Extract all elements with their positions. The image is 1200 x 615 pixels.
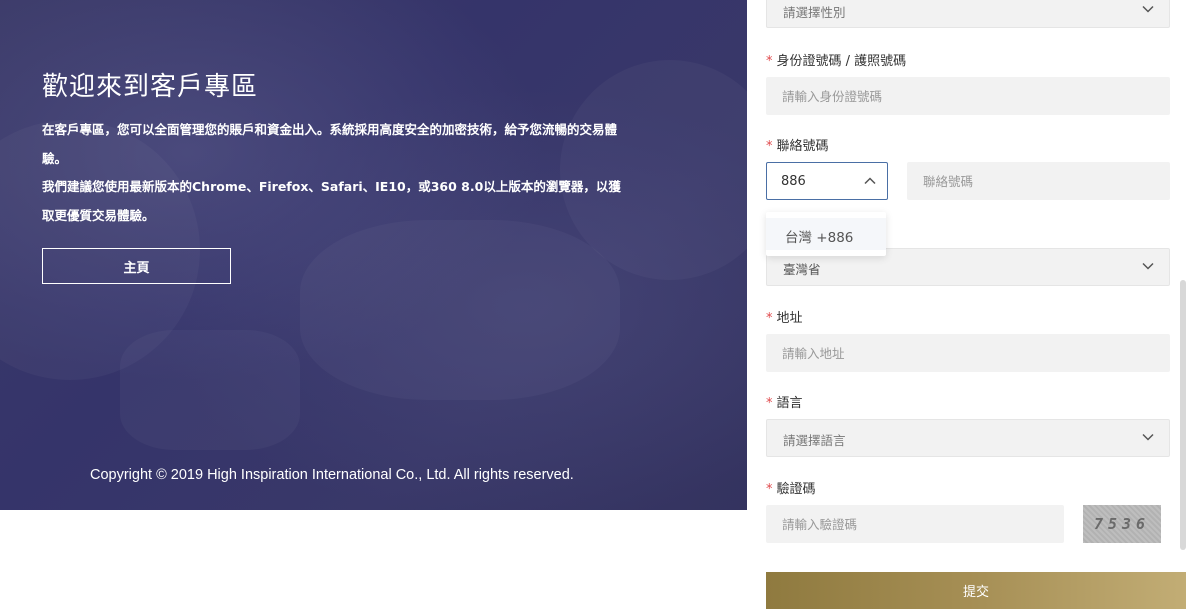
address-label: * 地址 — [766, 307, 803, 326]
captcha-input[interactable] — [766, 505, 1064, 543]
language-select[interactable]: 請選擇語言 — [766, 419, 1170, 457]
banner-decoration — [300, 220, 620, 400]
id-number-label: * 身份證號碼 / 護照號碼 — [766, 50, 906, 69]
language-label-text: 語言 — [776, 396, 803, 411]
language-select-value: 請選擇語言 — [783, 433, 846, 448]
gender-select[interactable]: 請選擇性別 — [766, 0, 1170, 28]
registration-form: 請選擇性別 *身份證號碼 / 護照號碼 *聯絡號碼 886 台灣 +886 臺灣 — [747, 0, 1200, 615]
banner-description-line: 在客戶專區，您可以全面管理您的賬戶和資金出入。系統採用高度安全的加密技術，給予您… — [42, 122, 618, 166]
id-number-label-text: 身份證號碼 / 護照號碼 — [776, 54, 907, 69]
captcha-label: * 驗證碼 — [766, 478, 816, 497]
page: 歡迎來到客戶專區 在客戶專區，您可以全面管理您的賬戶和資金出入。系統採用高度安全… — [0, 0, 1200, 615]
banner-description-line: 我們建議您使用最新版本的Chrome、Firefox、Safari、IE10，或… — [42, 179, 621, 223]
required-mark: * — [766, 54, 773, 69]
id-number-input[interactable] — [766, 77, 1170, 115]
chevron-down-icon — [1142, 433, 1154, 441]
required-mark: * — [766, 482, 773, 497]
phone-label-text: 聯絡號碼 — [776, 139, 829, 154]
required-mark: * — [766, 139, 773, 154]
language-label: * 語言 — [766, 392, 803, 411]
country-code-value: 886 — [781, 174, 806, 189]
submit-button[interactable]: 提交 — [766, 572, 1186, 609]
home-button[interactable]: 主頁 — [42, 248, 231, 284]
banner-decoration — [120, 330, 300, 450]
province-select-value: 臺灣省 — [783, 262, 821, 277]
captcha-image[interactable]: 7536 — [1083, 505, 1161, 543]
scrollbar[interactable] — [1180, 280, 1186, 550]
gender-select-value: 請選擇性別 — [783, 5, 846, 20]
welcome-banner: 歡迎來到客戶專區 在客戶專區，您可以全面管理您的賬戶和資金出入。系統採用高度安全… — [0, 0, 747, 510]
dropdown-option-taiwan[interactable]: 台灣 +886 — [785, 226, 853, 246]
address-label-text: 地址 — [776, 311, 803, 326]
chevron-down-icon — [1142, 5, 1154, 13]
phone-label: * 聯絡號碼 — [766, 135, 829, 154]
copyright-text: Copyright © 2019 High Inspiration Intern… — [90, 467, 574, 483]
required-mark: * — [766, 396, 773, 411]
captcha-image-text: 7536 — [1093, 515, 1151, 533]
page-title: 歡迎來到客戶專區 — [42, 72, 259, 102]
country-code-select[interactable]: 886 — [766, 162, 888, 200]
captcha-label-text: 驗證碼 — [776, 482, 816, 497]
phone-number-input[interactable] — [907, 162, 1170, 200]
banner-description: 在客戶專區，您可以全面管理您的賬戶和資金出入。系統採用高度安全的加密技術，給予您… — [42, 116, 632, 230]
country-code-dropdown: 台灣 +886 — [766, 212, 886, 256]
chevron-up-icon — [864, 177, 876, 185]
chevron-down-icon — [1142, 262, 1154, 270]
required-mark: * — [766, 311, 773, 326]
address-input[interactable] — [766, 334, 1170, 372]
